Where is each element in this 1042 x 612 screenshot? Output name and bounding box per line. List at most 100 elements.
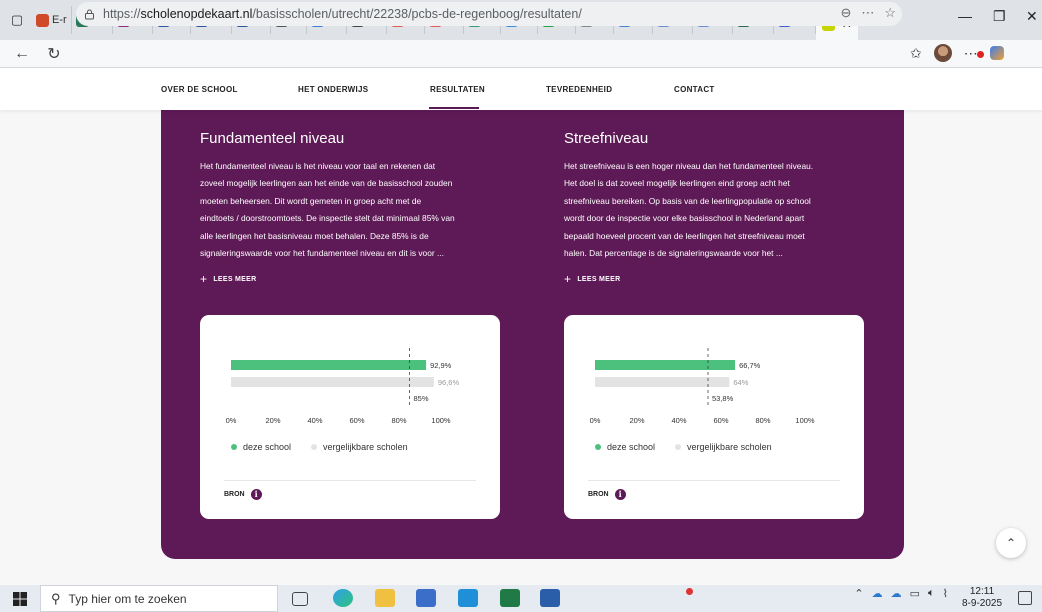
info-icon: i [250, 489, 262, 500]
x-tick-label: 40% [671, 416, 686, 425]
clock-date: 8-9-2025 [961, 598, 1003, 609]
legend-school-label: deze school [607, 442, 656, 452]
profile-avatar[interactable] [933, 44, 952, 62]
zoom-icon[interactable]: ⊖ [840, 5, 851, 21]
task-view-icon[interactable] [292, 592, 308, 606]
x-tick-label: 0% [226, 416, 237, 425]
toolbar-icons: ✩ ⋯ [910, 44, 1004, 62]
legend-school-swatch [231, 444, 237, 450]
results-panel: Fundamenteel niveau Het fundamenteel niv… [161, 110, 904, 559]
nav-het-onderwijs[interactable]: HET ONDERWIJS [298, 85, 368, 94]
site-info-icon[interactable] [84, 9, 95, 20]
x-tick-label: 60% [349, 416, 364, 425]
minimize-button[interactable]: — [958, 8, 972, 24]
onedrive-icon-2[interactable]: ☁ [891, 587, 902, 600]
url-field[interactable]: https://scholenopdekaart.nl/basisscholen… [76, 2, 902, 26]
fundamenteel-lees-meer-link[interactable]: + LEES MEER [200, 272, 256, 286]
favorite-star-icon[interactable]: ☆ [884, 5, 896, 21]
excel-app-icon[interactable] [500, 589, 520, 607]
value-label-deze-school: 66,7% [739, 361, 761, 370]
file-explorer-icon[interactable] [375, 589, 395, 607]
url-text: https://scholenopdekaart.nl/basisscholen… [103, 7, 582, 21]
x-tick-label: 80% [391, 416, 406, 425]
clock-time: 12:11 [969, 586, 995, 597]
nav-tevredenheid[interactable]: TEVREDENHEID [546, 85, 612, 94]
site-nav: OVER DE SCHOOL HET ONDERWIJS RESULTATEN … [0, 69, 1042, 110]
volume-icon[interactable]: 🔈︎ [928, 587, 935, 600]
fundamenteel-chart: 92,9% 96,6% 85% 0% 20% 40% 60% 80% 100% [226, 348, 459, 425]
copilot-icon[interactable] [989, 46, 1004, 60]
x-tick-label: 0% [590, 416, 601, 425]
edge-app-icon[interactable] [333, 589, 353, 607]
refresh-button[interactable]: ↻ [42, 44, 66, 64]
word-app-icon[interactable] [540, 589, 560, 607]
legend-school-label: deze school [243, 442, 292, 452]
value-label-deze-school: 92,9% [430, 361, 452, 370]
plus-icon: + [200, 272, 208, 286]
taskbar-search-box[interactable]: ⚲ Typ hier om te zoeken [40, 585, 278, 612]
chart-legend: deze school vergelijkbare scholen [595, 442, 772, 452]
signaleringswaarde-label: 53,8% [712, 394, 734, 403]
x-tick-label: 60% [713, 416, 728, 425]
settings-app-icon[interactable] [458, 589, 478, 607]
menu-icon[interactable]: ⋯ [964, 45, 984, 62]
x-tick-label: 80% [755, 416, 770, 425]
bron-label: BRON [224, 491, 245, 498]
bron-button[interactable]: BRON i [224, 489, 262, 500]
signaleringswaarde-label: 85% [414, 394, 429, 403]
card-divider [588, 480, 840, 481]
url-actions: ⊖ ⋯ ☆ [840, 5, 896, 21]
bron-button[interactable]: BRON i [588, 489, 626, 500]
onedrive-icon[interactable]: ☁ [872, 587, 883, 600]
bar-vergelijkbare-scholen [595, 377, 730, 387]
x-tick-label: 100% [795, 416, 815, 425]
nav-active-indicator [429, 107, 479, 109]
bar-deze-school [231, 360, 427, 370]
notification-badge [976, 50, 984, 58]
notification-center-icon[interactable] [1018, 591, 1032, 605]
app-badge-icon [686, 588, 693, 595]
scroll-to-top-button[interactable]: ⌃ [996, 528, 1026, 558]
tab-favicon-icon [36, 13, 49, 27]
back-button[interactable]: ← [10, 45, 34, 63]
tab-actions-icon[interactable]: ▢ [6, 9, 28, 31]
x-tick-label: 20% [265, 416, 280, 425]
nav-contact[interactable]: CONTACT [674, 85, 715, 94]
legend-compare-swatch [311, 444, 318, 450]
browser-tab[interactable]: E-r [32, 6, 72, 34]
streefniveau-chart: 66,7% 64% 53,8% 0% 20% 40% 60% 80% 100% [590, 348, 815, 425]
store-icon[interactable] [416, 589, 436, 607]
nav-resultaten[interactable]: RESULTATEN [430, 85, 485, 94]
system-tray: ⌃ ☁ ☁ ▭ 🔈︎ ⌇ [854, 587, 948, 600]
taskbar-clock[interactable]: 12:11 8-9-2025 [956, 586, 1008, 610]
legend-compare-label: vergelijkbare scholen [687, 442, 772, 452]
close-window-button[interactable]: ✕ [1026, 8, 1038, 25]
battery-icon[interactable]: ▭ [910, 587, 920, 600]
search-placeholder: Typ hier om te zoeken [68, 591, 187, 606]
value-label-vergelijkbare-scholen: 64% [733, 378, 748, 387]
chart-legend: deze school vergelijkbare scholen [231, 442, 408, 452]
x-tick-label: 20% [629, 416, 644, 425]
bar-deze-school [595, 360, 736, 370]
x-tick-label: 100% [431, 416, 451, 425]
streefniveau-lees-meer-link[interactable]: + LEES MEER [564, 272, 620, 286]
streefniveau-text: Het streefniveau is een hoger niveau dan… [564, 161, 814, 259]
favorites-icon[interactable]: ✩ [910, 45, 922, 62]
search-icon: ⚲ [51, 590, 61, 606]
more-options-icon[interactable]: ⋯ [861, 5, 874, 21]
streefniveau-title: Streefniveau [564, 130, 649, 147]
fundamenteel-text: Het fundamenteel niveau is het niveau vo… [200, 161, 455, 259]
start-button[interactable] [0, 585, 40, 612]
card-divider [224, 480, 476, 481]
nav-over-de-school[interactable]: OVER DE SCHOOL [161, 85, 238, 94]
bron-label: BRON [588, 491, 609, 498]
wifi-icon[interactable]: ⌇ [943, 587, 948, 600]
windows-logo-icon [13, 591, 27, 606]
legend-compare-label: vergelijkbare scholen [323, 442, 408, 452]
plus-icon: + [564, 272, 572, 286]
lees-meer-label: LEES MEER [213, 275, 257, 283]
restore-button[interactable]: ❐ [993, 8, 1006, 25]
lees-meer-label: LEES MEER [577, 275, 621, 283]
legend-compare-swatch [675, 444, 682, 450]
tray-chevron-icon[interactable]: ⌃ [854, 587, 863, 600]
